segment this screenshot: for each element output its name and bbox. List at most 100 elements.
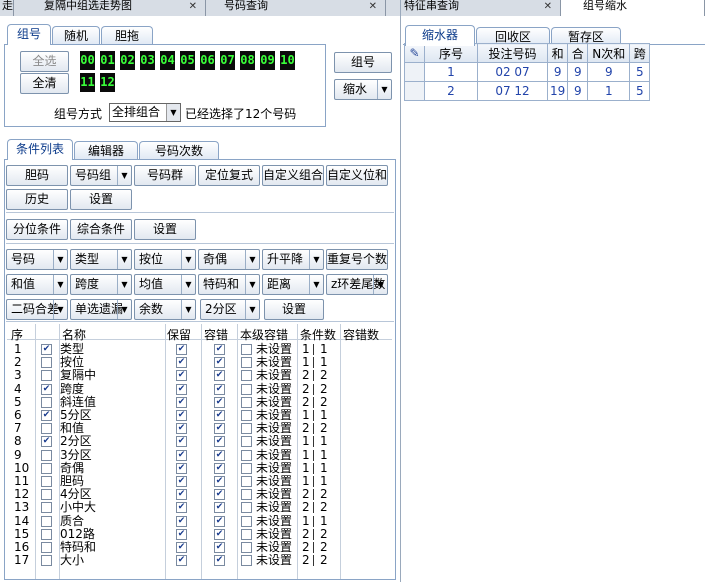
chevron-down-icon[interactable]: ▼ bbox=[181, 300, 195, 319]
tolerance-checkbox[interactable]: ✔ bbox=[214, 489, 225, 501]
condition-button-6[interactable]: 历史 bbox=[6, 189, 68, 210]
splitter[interactable] bbox=[400, 0, 401, 582]
table-row[interactable]: 4 ✔ 跨度 ✔ ✔ 未设置 2 2 bbox=[7, 382, 392, 396]
column-header[interactable]: 本级容错 bbox=[240, 326, 288, 343]
tab-random[interactable]: 随机 bbox=[52, 26, 100, 45]
keep-checkbox[interactable]: ✔ bbox=[176, 489, 187, 501]
enable-checkbox[interactable] bbox=[41, 357, 52, 369]
keep-checkbox[interactable]: ✔ bbox=[176, 449, 187, 461]
grid-row[interactable]: 1 02 07 9 9 9 5 bbox=[404, 62, 651, 82]
tolerance-checkbox[interactable]: ✔ bbox=[214, 462, 225, 474]
condition-button-5[interactable]: 自定义位和 bbox=[326, 165, 388, 186]
tolerance-checkbox[interactable]: ✔ bbox=[214, 410, 225, 421]
grid-cell[interactable]: 9 bbox=[567, 62, 589, 82]
digit-05[interactable]: 05 bbox=[180, 51, 195, 70]
keep-checkbox[interactable]: ✔ bbox=[176, 396, 187, 408]
tolerance-checkbox[interactable]: ✔ bbox=[214, 423, 225, 435]
condition-button-14[interactable]: 设置 bbox=[134, 219, 196, 240]
grid-cell[interactable]: 5 bbox=[629, 81, 651, 101]
tab-dantuo[interactable]: 胆拖 bbox=[101, 26, 153, 45]
keep-checkbox[interactable]: ✔ bbox=[176, 528, 187, 540]
grid-cell[interactable]: 9 bbox=[546, 62, 569, 82]
tab-shrinker[interactable]: 缩水器 bbox=[405, 25, 475, 46]
doc-tab-trend-chart[interactable]: 复隔中组选走势图 ✕ bbox=[14, 0, 206, 16]
table-row[interactable]: 17 大小 ✔ ✔ 未设置 2 2 bbox=[7, 554, 392, 567]
table-row[interactable]: 5 斜连值 ✔ ✔ 未设置 2 2 bbox=[7, 395, 392, 409]
close-icon[interactable]: ✕ bbox=[544, 1, 552, 13]
table-row[interactable]: 13 小中大 ✔ ✔ 未设置 2 2 bbox=[7, 501, 392, 514]
digit-06[interactable]: 06 bbox=[200, 51, 215, 70]
grid-column-header[interactable]: 合 bbox=[567, 43, 589, 63]
keep-checkbox[interactable]: ✔ bbox=[176, 383, 187, 395]
condition-button-1[interactable]: 号码组 ▼ bbox=[70, 165, 132, 186]
doc-tab-0[interactable]: 走 bbox=[0, 0, 14, 16]
grid-cell[interactable]: 1 bbox=[424, 62, 478, 82]
keep-checkbox[interactable]: ✔ bbox=[176, 515, 187, 527]
condition-button-32[interactable]: 余数 ▼ bbox=[134, 299, 196, 320]
level-checkbox[interactable] bbox=[241, 515, 252, 527]
digit-07[interactable]: 07 bbox=[220, 51, 235, 70]
chevron-down-icon[interactable]: ▼ bbox=[181, 250, 195, 269]
keep-checkbox[interactable]: ✔ bbox=[176, 436, 187, 448]
tolerance-checkbox[interactable]: ✔ bbox=[214, 555, 225, 567]
tolerance-checkbox[interactable]: ✔ bbox=[214, 542, 225, 553]
chevron-down-icon[interactable]: ▼ bbox=[117, 300, 131, 319]
level-checkbox[interactable] bbox=[241, 502, 252, 514]
chevron-down-icon[interactable]: ▼ bbox=[53, 275, 67, 294]
table-row[interactable]: 9 3分区 ✔ ✔ 未设置 1 1 bbox=[7, 448, 392, 462]
column-header[interactable]: 名称 bbox=[62, 326, 86, 343]
condition-button-26[interactable]: 均值 ▼ bbox=[134, 274, 196, 295]
chevron-down-icon[interactable]: ▼ bbox=[309, 250, 323, 269]
tab-number-count[interactable]: 号码次数 bbox=[139, 141, 219, 160]
chevron-down-icon[interactable]: ▼ bbox=[53, 300, 67, 319]
enable-checkbox[interactable] bbox=[41, 476, 52, 487]
condition-button-29[interactable]: z环差尾数 ▼ bbox=[326, 274, 388, 295]
grid-cell[interactable]: 02 07 bbox=[477, 62, 548, 82]
digit-12[interactable]: 12 bbox=[100, 73, 115, 92]
chevron-down-icon[interactable]: ▼ bbox=[309, 275, 323, 294]
tab-condition-list[interactable]: 条件列表 bbox=[7, 139, 73, 160]
chevron-down-icon[interactable]: ▼ bbox=[245, 300, 259, 319]
grid-column-header[interactable]: 投注号码 bbox=[477, 43, 548, 63]
enable-checkbox[interactable]: ✔ bbox=[41, 436, 52, 448]
condition-button-34[interactable]: 设置 bbox=[264, 299, 324, 320]
tolerance-checkbox[interactable]: ✔ bbox=[214, 502, 225, 514]
chevron-down-icon[interactable]: ▼ bbox=[245, 275, 259, 294]
column-header[interactable]: 保留 bbox=[167, 326, 191, 343]
enable-checkbox[interactable] bbox=[41, 528, 52, 540]
chevron-down-icon[interactable]: ▼ bbox=[117, 166, 131, 185]
condition-button-2[interactable]: 号码群 bbox=[134, 165, 196, 186]
chevron-down-icon[interactable]: ▼ bbox=[181, 275, 195, 294]
condition-button-33[interactable]: 2分区 ▼ bbox=[200, 299, 260, 320]
grid-cell[interactable]: 07 12 bbox=[477, 81, 548, 101]
level-checkbox[interactable] bbox=[241, 555, 252, 567]
condition-button-3[interactable]: 定位复式 bbox=[198, 165, 260, 186]
enable-checkbox[interactable] bbox=[41, 370, 52, 382]
enable-checkbox[interactable] bbox=[41, 542, 52, 553]
grid-row[interactable]: 2 07 12 19 9 1 5 bbox=[404, 81, 651, 101]
digit-10[interactable]: 10 bbox=[280, 51, 295, 70]
keep-checkbox[interactable]: ✔ bbox=[176, 542, 187, 553]
keep-checkbox[interactable]: ✔ bbox=[176, 476, 187, 487]
level-checkbox[interactable] bbox=[241, 489, 252, 501]
column-header[interactable]: 容错数 bbox=[343, 326, 379, 343]
tolerance-checkbox[interactable]: ✔ bbox=[214, 528, 225, 540]
keep-checkbox[interactable]: ✔ bbox=[176, 410, 187, 421]
clear-all-button[interactable]: 全清 bbox=[20, 73, 69, 94]
shrink-button[interactable]: 缩水 ▼ bbox=[334, 79, 392, 100]
level-checkbox[interactable] bbox=[241, 476, 252, 487]
keep-checkbox[interactable]: ✔ bbox=[176, 357, 187, 369]
digit-02[interactable]: 02 bbox=[120, 51, 135, 70]
table-row[interactable]: 3 复隔中 ✔ ✔ 未设置 2 2 bbox=[7, 369, 392, 382]
doc-tab-feature-query[interactable]: 特征串查询 ✕ bbox=[386, 0, 561, 16]
condition-button-12[interactable]: 分位条件 bbox=[6, 219, 68, 240]
grid-cell[interactable]: 9 bbox=[587, 62, 631, 82]
condition-button-4[interactable]: 自定义组合 bbox=[262, 165, 324, 186]
enable-checkbox[interactable]: ✔ bbox=[41, 410, 52, 421]
level-checkbox[interactable] bbox=[241, 383, 252, 395]
enable-checkbox[interactable]: ✔ bbox=[41, 344, 52, 355]
condition-button-24[interactable]: 和值 ▼ bbox=[6, 274, 68, 295]
keep-checkbox[interactable]: ✔ bbox=[176, 502, 187, 514]
tolerance-checkbox[interactable]: ✔ bbox=[214, 436, 225, 448]
enable-checkbox[interactable] bbox=[41, 489, 52, 501]
